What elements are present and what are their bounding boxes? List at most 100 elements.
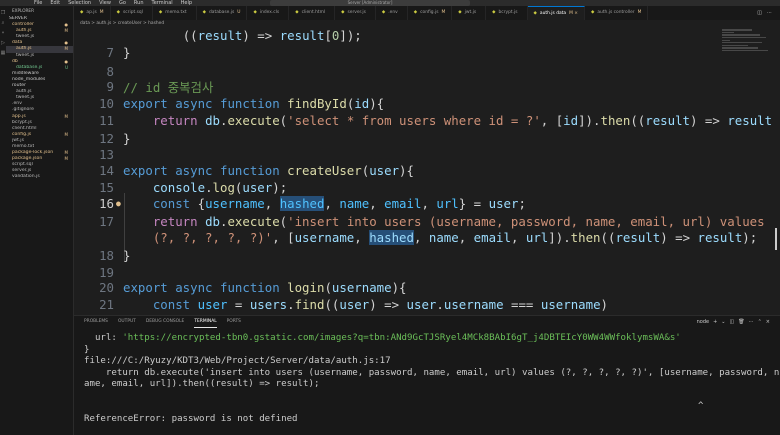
code-line[interactable]: ((result) => result[0]); <box>74 28 774 44</box>
code-line[interactable]: 14 export async function createUser(user)… <box>74 162 774 179</box>
terminal-line: return db.execute('insert into users (us… <box>84 367 780 378</box>
code-token: user <box>488 196 519 211</box>
panel-tab-debug-console[interactable]: DEBUG CONSOLE <box>146 316 184 328</box>
terminal-output[interactable]: url: 'https://encrypted-tbn0.gstatic.com… <box>84 333 779 425</box>
code-line[interactable]: 21 const user = users.find((user) => use… <box>74 296 774 313</box>
code-token: db <box>205 113 220 128</box>
trash-icon[interactable]: 🗑 <box>738 316 744 328</box>
code-token: , <box>421 196 437 211</box>
code-line[interactable]: 9 // id 중복검사 <box>74 78 774 95</box>
line-number: 14 <box>99 163 114 178</box>
close-icon[interactable]: × <box>766 316 770 328</box>
tab-label: auth.js controller <box>597 10 635 15</box>
code-line[interactable]: 15 console.log(user); <box>74 179 774 196</box>
editor-tab[interactable]: ◆ index.cls <box>247 6 290 20</box>
code-line[interactable]: 12} <box>74 130 774 147</box>
code-line[interactable]: 11 return db.execute('select * from user… <box>74 112 774 129</box>
file-type-icon: ◆ <box>295 10 299 15</box>
code-line[interactable]: 16 ● const {username, hashed, name, email… <box>74 195 774 212</box>
code-line[interactable]: 10 export async function findById(id){ <box>74 95 774 112</box>
editor-tab[interactable]: ◆ server.js <box>335 6 376 20</box>
minimap[interactable] <box>722 28 772 68</box>
editor-tab[interactable]: ◆ bcrypt.js <box>486 6 528 20</box>
code-token: url <box>525 230 549 245</box>
editor-tab[interactable]: ◆ script.sql <box>111 6 153 20</box>
code-token: ) => <box>690 113 728 128</box>
code-token: ( <box>324 280 332 295</box>
tab-label: database.js <box>209 10 235 15</box>
code-token: createUser <box>287 163 362 178</box>
code-token: , <box>369 196 385 211</box>
editor-tab[interactable]: ◆ database.js U <box>197 6 248 20</box>
code-token: = <box>227 297 250 312</box>
panel-tab-output[interactable]: OUTPUT <box>118 316 136 328</box>
terminal-shell-label[interactable]: node <box>697 316 709 328</box>
code-text: (?, ?, ?, ?, ?)', [username, hashed, nam… <box>123 230 757 245</box>
code-token: , [ <box>540 113 564 128</box>
file-type-icon: ◆ <box>381 10 386 15</box>
code-line[interactable]: 13 <box>74 146 774 163</box>
code-token: then <box>570 230 601 245</box>
tab-status: U <box>237 10 241 15</box>
code-line[interactable]: 7} <box>74 44 774 61</box>
more-icon[interactable]: ⋯ <box>749 316 754 328</box>
editor-tab[interactable]: ◆ config.js M <box>408 6 453 20</box>
panel-tab-ports[interactable]: PORTS <box>227 316 241 328</box>
code-token: ){ <box>391 280 407 295</box>
line-number: 21 <box>99 297 114 312</box>
tab-label: .env <box>388 10 398 15</box>
more-actions-icon[interactable]: ⋯ <box>767 6 772 20</box>
code-line[interactable]: 17 return db.execute('insert into users … <box>74 213 774 230</box>
file-type-icon: ◆ <box>492 10 496 15</box>
editor-tab[interactable]: ◆ jwt.js <box>452 6 487 20</box>
code-token: username <box>443 297 504 312</box>
code-token: } <box>123 248 131 263</box>
code-token: function <box>219 280 288 295</box>
code-token: then <box>600 113 631 128</box>
lightbulb-icon[interactable]: ● <box>116 199 121 208</box>
code-token: result <box>697 230 743 245</box>
code-token: result <box>279 28 325 43</box>
editor-tab[interactable]: ◆ .env <box>376 6 408 20</box>
code-line[interactable]: 18} <box>74 247 774 264</box>
editor-tab[interactable]: ◆ auth.js data M × <box>527 6 585 20</box>
code-text: console.log(user); <box>123 180 287 195</box>
code-token: , [ <box>272 230 295 245</box>
tree-item[interactable]: validation.js <box>6 174 73 180</box>
editor-tab[interactable]: ◆ ap.js M <box>74 6 111 20</box>
line-number: 20 <box>99 280 114 295</box>
chevron-down-icon[interactable]: ⌄ <box>721 316 725 328</box>
add-terminal-icon[interactable]: + <box>713 316 717 328</box>
tab-status: M <box>441 10 446 15</box>
scroll-thumb[interactable] <box>775 228 777 250</box>
file-type-icon: ◆ <box>533 11 537 16</box>
line-number: 7 <box>106 45 114 60</box>
file-type-icon: ◆ <box>116 10 120 15</box>
code-token: name <box>339 196 370 211</box>
code-token: user <box>197 297 228 312</box>
code-token: function <box>219 163 288 178</box>
code-token: const <box>152 297 198 312</box>
code-line[interactable]: 20 export async function login(username){ <box>74 279 774 296</box>
code-token: , <box>324 196 340 211</box>
code-editor[interactable]: ((result) => result[0]); 7} 8 9// id 중복검사 10… <box>74 28 774 315</box>
split-terminal-icon[interactable]: ◫ <box>730 316 735 328</box>
tab-label: script.sql <box>122 10 143 15</box>
bottom-panel: PROBLEMS OUTPUT DEBUG CONSOLE TERMINAL PORTS… <box>74 315 780 435</box>
panel-tab-problems[interactable]: PROBLEMS <box>84 316 108 328</box>
editor-tab[interactable]: ◆ client.html <box>289 6 336 20</box>
split-editor-icon[interactable]: ◫ <box>757 6 762 20</box>
maximize-icon[interactable]: ⌃ <box>758 316 762 328</box>
code-line[interactable]: (?, ?, ?, ?, ?)', [username, hashed, nam… <box>74 229 774 246</box>
panel-tab-terminal[interactable]: TERMINAL <box>194 316 217 328</box>
breadcrumb[interactable]: data > auth.js > createUser > hashed <box>80 20 164 28</box>
code-token: findById <box>287 96 347 111</box>
code-token: async <box>175 280 220 295</box>
editor-scrollbar[interactable] <box>774 28 780 315</box>
editor-tab[interactable]: ◆ auth.js controller M <box>585 6 649 20</box>
code-token: { <box>197 196 206 211</box>
editor-tab[interactable]: ◆ memo.txt <box>153 6 197 20</box>
tab-label: ap.js <box>86 10 97 15</box>
